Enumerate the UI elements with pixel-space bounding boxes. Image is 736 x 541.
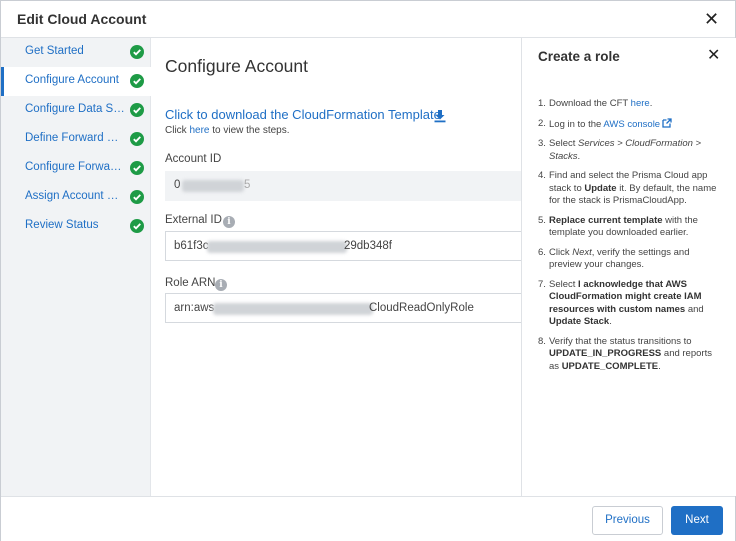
sidebar-item-label: Configure Account xyxy=(25,74,119,86)
list-item: 6. Click Next, verify the settings and p… xyxy=(538,247,718,272)
dialog-footer: Previous Next xyxy=(1,496,735,541)
step-bold: UPDATE_COMPLETE xyxy=(561,360,659,372)
sidebar-item-label: Review Status xyxy=(25,219,99,231)
list-item: 4. Find and select the Prisma Cloud app … xyxy=(538,170,718,208)
aws-console-link[interactable]: AWS console xyxy=(603,119,660,130)
download-icon[interactable] xyxy=(433,109,447,123)
page-title: Configure Account xyxy=(165,56,309,76)
list-item: 3. Select Services > CloudFormation > St… xyxy=(538,138,718,163)
external-id-label: External ID xyxy=(165,214,222,226)
info-icon[interactable]: i xyxy=(215,279,227,291)
step-number: 3. xyxy=(538,138,546,149)
step-text: Verify that the status transitions to xyxy=(549,335,692,347)
info-icon[interactable]: i xyxy=(223,216,235,228)
create-role-panel: Create a role ✕ 1. Download the CFT here… xyxy=(521,38,736,496)
external-id-value-end: 29db348f xyxy=(344,240,392,252)
sidebar-item-define-forward-scan[interactable]: Define Forward Scan xyxy=(1,125,151,154)
check-circle-icon xyxy=(130,219,144,233)
step-number: 5. xyxy=(538,214,546,226)
sidebar-item-label: Define Forward Scan xyxy=(25,132,125,144)
step-number: 4. xyxy=(538,170,546,181)
check-circle-icon xyxy=(130,161,144,175)
step-bold: Replace current template xyxy=(549,214,663,226)
step-text: , verify the settings and preview your c… xyxy=(549,246,690,271)
step-number: 7. xyxy=(538,278,546,290)
download-cft-here-link[interactable]: here xyxy=(631,98,650,109)
step-text: and xyxy=(687,303,704,315)
next-button[interactable]: Next xyxy=(671,506,723,535)
check-circle-icon xyxy=(130,74,144,88)
dialog-close-icon[interactable]: ✕ xyxy=(704,10,720,28)
list-item: 7. Select I acknowledge that AWS CloudFo… xyxy=(538,279,718,329)
external-id-input[interactable]: b61f3c 29db348f xyxy=(165,231,521,261)
step-text: Log in to the xyxy=(549,118,602,130)
role-arn-input[interactable]: arn:aws CloudReadOnlyRole xyxy=(165,293,521,323)
dialog-header: Edit Cloud Account ✕ xyxy=(1,1,735,38)
sidebar-item-label: Get Started xyxy=(25,45,84,57)
step-number: 2. xyxy=(538,117,546,129)
redacted-value xyxy=(213,303,373,315)
edit-cloud-account-dialog: Edit Cloud Account ✕ Get Started Configu… xyxy=(0,0,736,541)
view-steps-suffix: to view the steps. xyxy=(212,125,290,136)
list-item: 5. Replace current template with the tem… xyxy=(538,215,718,240)
check-circle-icon xyxy=(130,190,144,204)
redacted-value xyxy=(207,241,347,253)
step-text: Select xyxy=(549,138,576,149)
step-text: . xyxy=(577,150,581,162)
panel-title: Create a role xyxy=(538,49,620,64)
list-item: 8. Verify that the status transitions to… xyxy=(538,336,718,374)
step-bold: UPDATE_IN_PROGRESS xyxy=(549,348,662,359)
sidebar-item-label: Assign Account Groups xyxy=(25,190,125,202)
step-emphasis: Next xyxy=(572,246,592,258)
sidebar-item-configure-data-security[interactable]: Configure Data Security xyxy=(1,96,151,125)
step-text: Select xyxy=(549,278,576,290)
sidebar-item-review-status[interactable]: Review Status xyxy=(1,212,151,241)
wizard-sidebar: Get Started Configure Account Configure … xyxy=(1,38,151,496)
create-role-steps: 1. Download the CFT here. 2. Log in to t… xyxy=(538,98,718,380)
step-bold: Update Stack xyxy=(549,316,610,327)
role-arn-label: Role ARN xyxy=(165,277,216,289)
view-steps-link[interactable]: here xyxy=(189,125,209,136)
view-steps-text: Click here to view the steps. xyxy=(165,125,290,136)
sidebar-item-configure-account[interactable]: Configure Account xyxy=(1,67,151,96)
step-number: 1. xyxy=(538,98,546,109)
sidebar-item-configure-forward-scan[interactable]: Configure Forward Scan xyxy=(1,154,151,183)
step-number: 8. xyxy=(538,335,546,347)
previous-button[interactable]: Previous xyxy=(592,506,663,535)
check-circle-icon xyxy=(130,103,144,117)
panel-close-icon[interactable]: ✕ xyxy=(707,48,720,64)
check-circle-icon xyxy=(130,132,144,146)
list-item: 2. Log in to the AWS console xyxy=(538,118,718,132)
sidebar-item-get-started[interactable]: Get Started xyxy=(1,38,151,67)
account-id-value-end: 5 xyxy=(244,179,251,191)
step-text: Download the CFT xyxy=(549,98,629,109)
step-bold: Update xyxy=(584,182,617,194)
view-steps-prefix: Click xyxy=(165,125,187,136)
dialog-title: Edit Cloud Account xyxy=(17,11,147,27)
external-link-icon[interactable] xyxy=(662,117,672,128)
step-text: Click xyxy=(549,246,570,258)
account-id-value-start: 0 xyxy=(174,179,181,191)
sidebar-item-label: Configure Data Security xyxy=(25,103,125,115)
account-id-field: 0 5 xyxy=(165,171,521,201)
step-number: 6. xyxy=(538,246,546,258)
redacted-value xyxy=(182,180,244,192)
account-id-label: Account ID xyxy=(165,153,222,165)
external-id-value-start: b61f3c xyxy=(174,240,209,252)
list-item: 1. Download the CFT here. xyxy=(538,98,718,111)
role-arn-value-start: arn:aws xyxy=(174,302,215,314)
configure-account-form: Configure Account Click to download the … xyxy=(152,38,521,496)
role-arn-value-end: CloudReadOnlyRole xyxy=(369,302,474,314)
step-text: . xyxy=(658,360,661,372)
sidebar-item-assign-account-groups[interactable]: Assign Account Groups xyxy=(1,183,151,212)
check-circle-icon xyxy=(130,45,144,59)
sidebar-item-label: Configure Forward Scan xyxy=(25,161,125,173)
step-text: . xyxy=(649,98,653,109)
step-text: . xyxy=(609,316,612,327)
download-cft-link[interactable]: Click to download the CloudFormation Tem… xyxy=(165,107,441,122)
